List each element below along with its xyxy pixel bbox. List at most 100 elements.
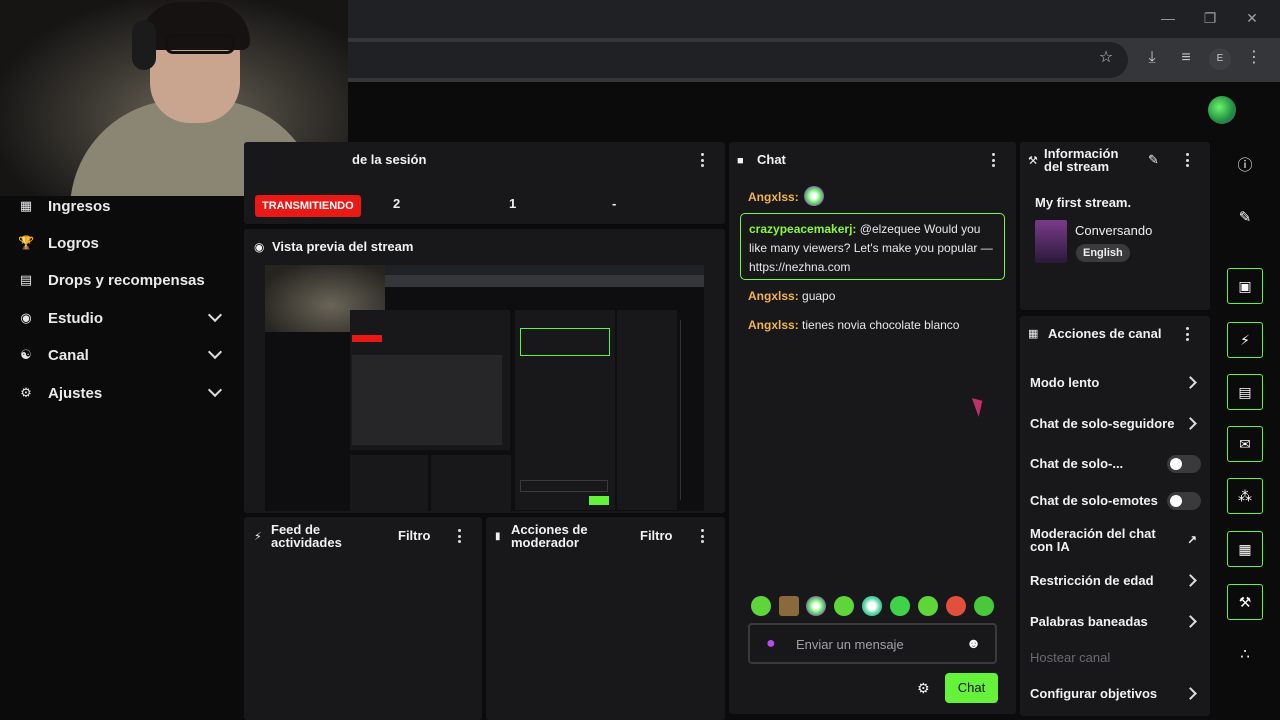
sidebar-item-drops[interactable]: ▤ Drops y recompensas (0, 262, 242, 298)
sidebar-item-label: Estudio (48, 309, 103, 327)
mod-filter-button[interactable]: Filtro (640, 529, 673, 543)
more-options-icon[interactable] (701, 153, 705, 167)
emote-icon[interactable] (806, 596, 826, 616)
action-ai-moderation-2[interactable]: con IA (1030, 540, 1070, 554)
chat-message-text: guapo (802, 289, 836, 303)
action-age-restriction[interactable]: Restricción de edad (1030, 574, 1154, 588)
profile-avatar[interactable]: E (1209, 48, 1231, 70)
lightning-icon[interactable]: ⚡ (1227, 322, 1263, 358)
emote-icon[interactable] (890, 596, 910, 616)
emoji-picker-icon[interactable]: ☻ (966, 635, 981, 651)
media-queue-icon[interactable]: ≡ (1175, 48, 1197, 70)
gear-icon: ⚙ (20, 385, 32, 400)
clip-icon[interactable]: ▣ (1227, 268, 1263, 304)
sidebar-item-ajustes[interactable]: ⚙ Ajustes (0, 375, 242, 411)
microphone-icon[interactable]: ● (766, 635, 776, 653)
address-bar[interactable] (348, 42, 1128, 78)
chat-username[interactable]: Angxlss (748, 289, 795, 303)
chat-bubble-icon[interactable]: ✉ (1227, 426, 1263, 462)
chat-title: Chat (757, 152, 786, 167)
more-options-icon[interactable] (1186, 327, 1190, 341)
chart-icon: ▦ (19, 198, 33, 213)
category-box-art[interactable] (1035, 220, 1067, 263)
user-avatar[interactable] (1208, 96, 1236, 124)
stream-title-text: My first stream. (1035, 195, 1132, 210)
camera-icon: ◉ (254, 240, 265, 254)
chat-message-text: tienes novia chocolate blanco (802, 318, 960, 332)
more-options-icon[interactable] (458, 529, 462, 543)
emote-icon[interactable] (862, 596, 882, 616)
action-configure-goals[interactable]: Configurar objetivos (1030, 687, 1157, 701)
external-link-icon[interactable]: ↗ (1187, 533, 1197, 547)
shield-icon: ▮ (495, 531, 501, 542)
camera-icon: ◉ (20, 310, 32, 325)
more-options-icon[interactable] (701, 529, 705, 543)
sidebar-item-ingresos[interactable]: ▦ Ingresos (0, 188, 242, 224)
session-stat-other: - (612, 196, 617, 211)
stream-preview-video[interactable] (265, 265, 704, 511)
chat-username[interactable]: Angxlss (748, 190, 795, 204)
live-status-badge: TRANSMITIENDO (255, 195, 361, 217)
sidebar-item-canal[interactable]: ☯ Canal (0, 337, 242, 373)
emote-icon[interactable] (834, 596, 854, 616)
more-options-icon[interactable] (1186, 153, 1190, 167)
edit-pencil-icon[interactable]: ✎ (1148, 153, 1159, 167)
highlighted-chat-message: crazypeacemakerj: @elzequee Would you li… (740, 213, 1005, 280)
info-icon[interactable]: ⓘ (1234, 155, 1256, 177)
action-followers-only[interactable]: Chat de solo-seguidore (1030, 417, 1174, 431)
chevron-down-icon[interactable] (207, 382, 223, 398)
chevron-down-icon[interactable] (207, 344, 223, 360)
action-slow-mode[interactable]: Modo lento (1030, 376, 1099, 390)
session-stat-followers: 1 (509, 196, 517, 211)
emotes-only-toggle[interactable] (1167, 492, 1201, 510)
document-icon[interactable]: ▤ (1227, 374, 1263, 410)
sidebar-item-estudio[interactable]: ◉ Estudio (0, 300, 242, 336)
chat-input-placeholder: Enviar un mensaje (796, 637, 904, 652)
channel-actions-icon: ▦ (1028, 328, 1039, 340)
emote-icon[interactable] (974, 596, 994, 616)
chat-message: Angxlss: (748, 190, 799, 204)
activity-filter-button[interactable]: Filtro (398, 529, 431, 543)
app-header (348, 82, 1280, 140)
layout-icon[interactable]: ▦ (1227, 531, 1263, 567)
chat-username[interactable]: Angxlss (748, 318, 795, 332)
action-banned-words[interactable]: Palabras baneadas (1030, 615, 1148, 629)
emote-icon[interactable] (751, 596, 771, 616)
channel-actions-title: Acciones de canal (1048, 326, 1162, 341)
emote-icon[interactable] (946, 596, 966, 616)
download-icon[interactable]: ⤓ (1141, 48, 1163, 70)
more-options-icon[interactable] (992, 153, 996, 167)
chat-input[interactable]: ● Enviar un mensaje ☻ (748, 623, 997, 664)
collaborators-icon[interactable]: ∴ (1234, 644, 1256, 666)
emote-icon[interactable] (918, 596, 938, 616)
language-tag[interactable]: English (1076, 244, 1130, 262)
browser-menu-icon[interactable]: ⋮ (1243, 48, 1265, 70)
wrench-icon[interactable]: ⚒ (1227, 584, 1263, 620)
bookmark-star-icon[interactable]: ☆ (1095, 48, 1117, 70)
action-subscribers-only[interactable]: Chat de solo-... (1030, 457, 1123, 471)
sidebar-item-label: Drops y recompensas (48, 271, 205, 289)
action-host-channel: Hostear canal (1030, 650, 1111, 665)
chat-message: Angxlss: tienes novia chocolate blanco (748, 318, 960, 332)
close-icon[interactable]: ✕ (1242, 10, 1262, 27)
restore-icon[interactable]: ❐ (1200, 10, 1220, 27)
sidebar: ▦ Ingresos 🏆 Logros ▤ Drops y recompensa… (0, 196, 242, 720)
sidebar-item-label: Logros (48, 234, 99, 252)
stream-info-title-2: del stream (1044, 159, 1110, 174)
subscribers-only-toggle[interactable] (1167, 455, 1201, 473)
minimize-icon[interactable]: — (1158, 10, 1178, 26)
broadcast-icon[interactable]: ⁂ (1227, 478, 1263, 514)
action-emotes-only[interactable]: Chat de solo-emotes (1030, 494, 1158, 508)
category-name[interactable]: Conversando (1075, 223, 1152, 238)
lightning-icon: ⚡ (254, 531, 262, 543)
chevron-down-icon[interactable] (207, 307, 223, 323)
mod-actions-title-2: moderador (511, 535, 579, 550)
edit-pencil-icon[interactable]: ✎ (1234, 207, 1256, 229)
chat-send-button[interactable]: Chat (945, 673, 998, 703)
emote-icon[interactable] (779, 596, 799, 616)
gear-icon[interactable]: ⚙ (917, 681, 930, 695)
chat-message: Angxlss: guapo (748, 289, 836, 303)
sidebar-item-logros[interactable]: 🏆 Logros (0, 225, 242, 261)
chat-username[interactable]: crazypeacemakerj (749, 222, 852, 236)
wrench-icon: ⚒ (1028, 155, 1038, 167)
